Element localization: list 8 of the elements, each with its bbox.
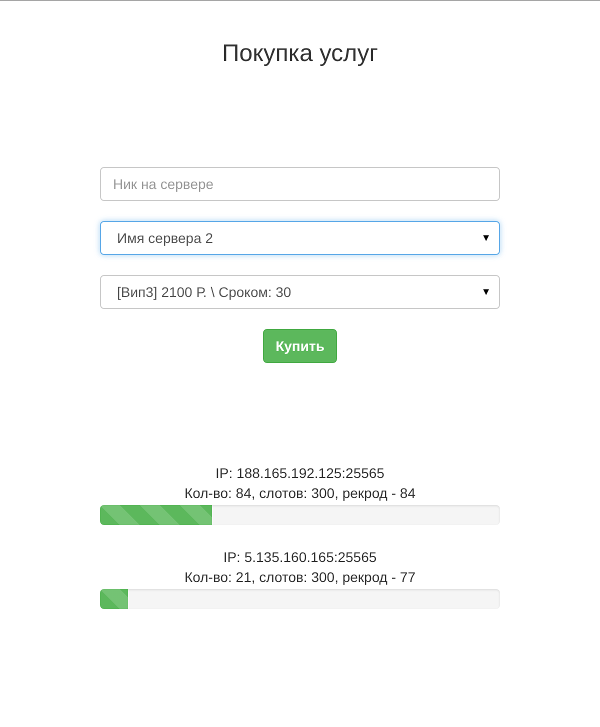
nickname-field[interactable]: Ник на сервере (100, 167, 500, 201)
dropdown[interactable]: Имя сервера 2 ▼ (100, 221, 500, 255)
page-title: Покупка услуг (221, 39, 379, 69)
server-ip: IP: 5.135.160.165:25565 (223, 548, 377, 567)
dropdown[interactable]: [Вип3] 2100 Р. \ Сроком: 30 ▼ (100, 275, 500, 309)
server-ip: IP: 188.165.192.125:25565 (216, 464, 384, 483)
player-stats: Кол-во: 84, слотов: 300, рекрод - 84 (184, 484, 416, 503)
player-stats: Кол-во: 21, слотов: 300, рекрод - 77 (184, 568, 416, 587)
